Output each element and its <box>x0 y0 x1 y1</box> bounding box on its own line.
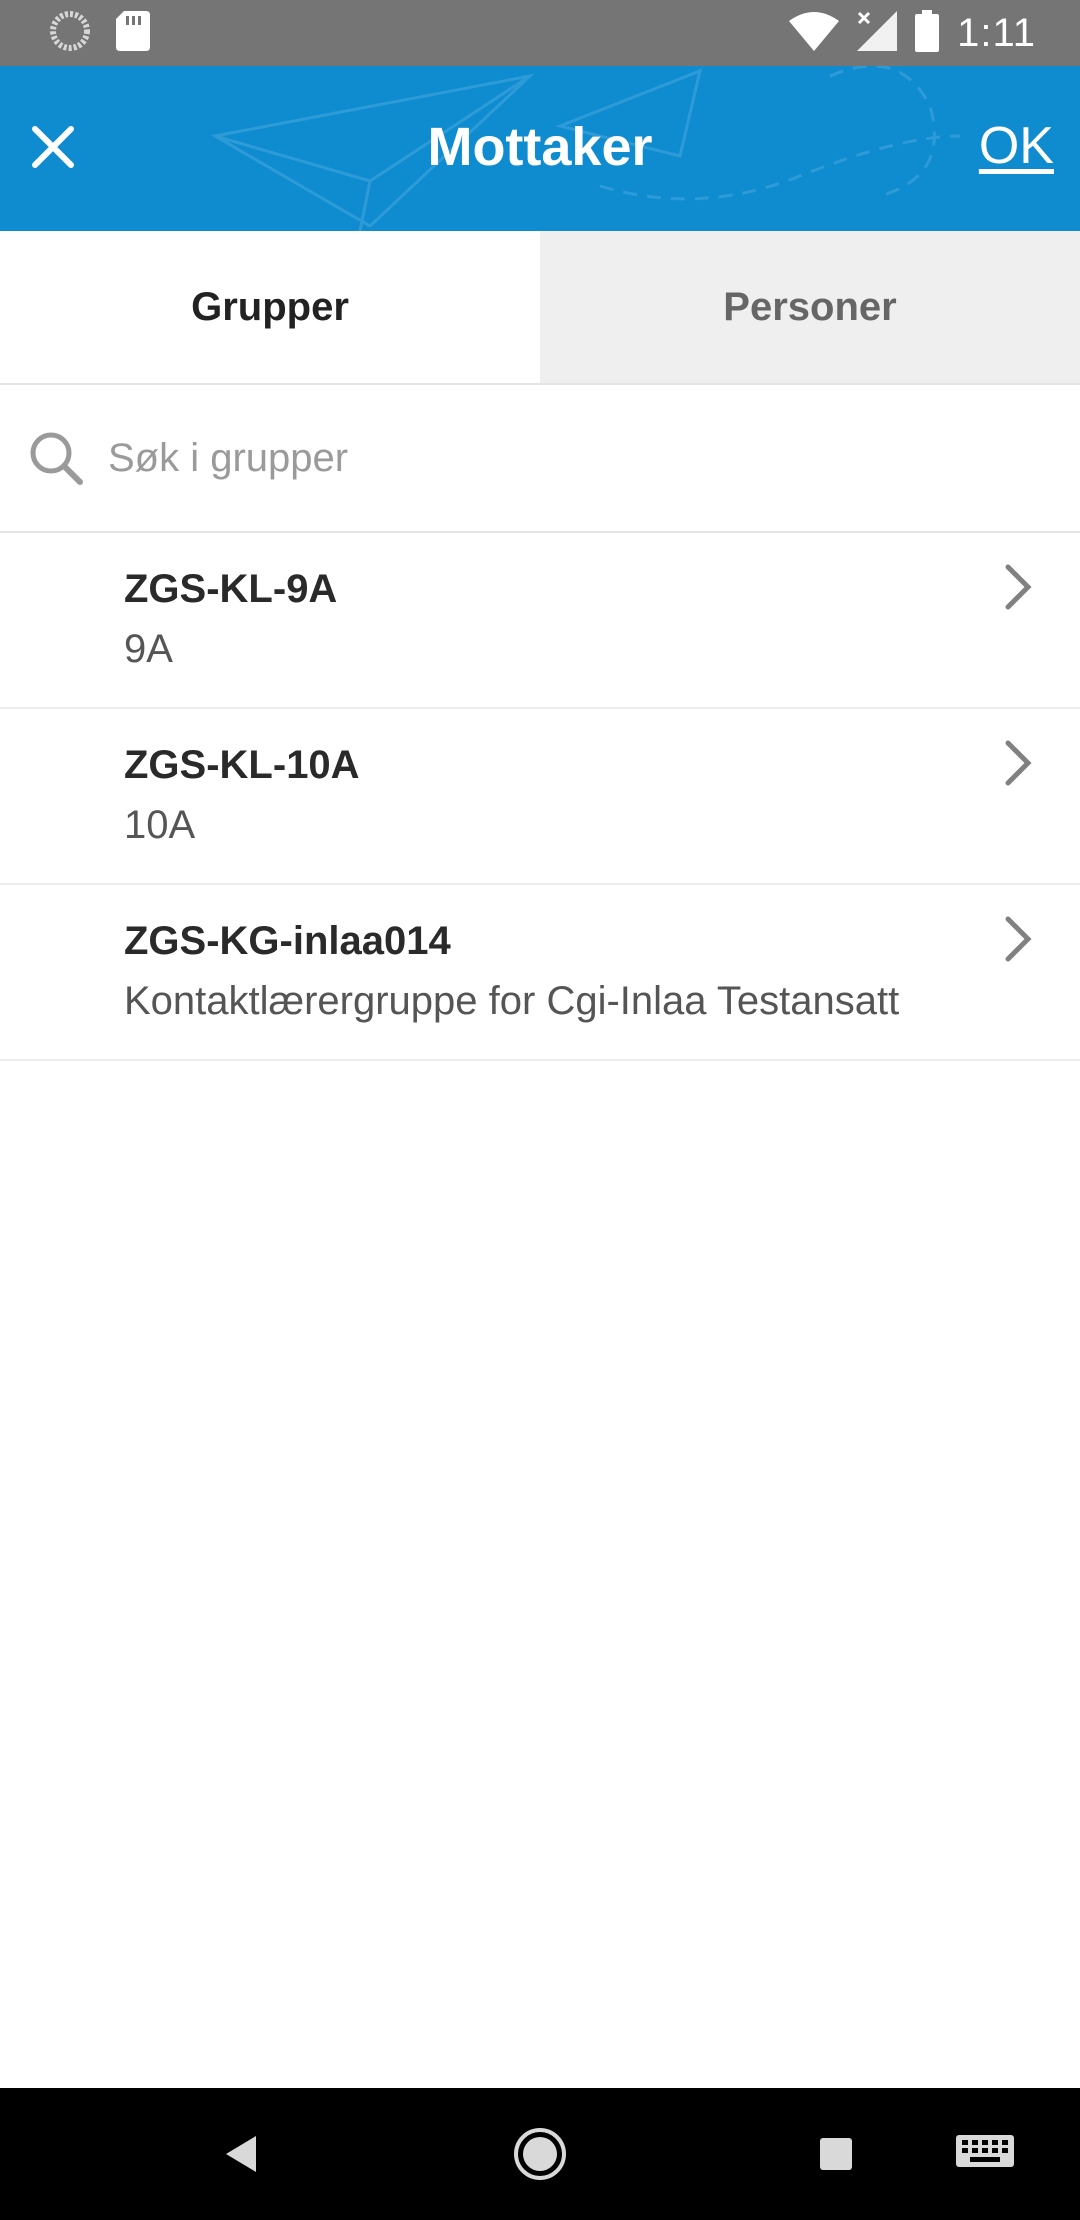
search-bar <box>0 385 1080 533</box>
recents-icon <box>820 2138 852 2170</box>
search-icon <box>30 432 83 485</box>
chevron-right-icon <box>1005 740 1032 786</box>
tab-bar: Grupper Personer <box>0 231 1080 385</box>
battery-icon <box>915 9 940 57</box>
home-button[interactable] <box>510 2124 570 2184</box>
group-title: ZGS-KL-9A <box>124 567 338 611</box>
back-button[interactable] <box>210 2124 270 2184</box>
list-item[interactable]: ZGS-KL-10A 10A <box>0 709 1080 885</box>
group-title: ZGS-KG-inlaa014 <box>124 919 451 963</box>
list-item[interactable]: ZGS-KG-inlaa014 Kontaktlærergruppe for C… <box>0 885 1080 1061</box>
group-subtitle: 10A <box>124 803 196 847</box>
page-title: Mottaker <box>427 117 653 177</box>
list-item[interactable]: ZGS-KL-9A 9A <box>0 533 1080 709</box>
sd-card-icon <box>116 10 150 56</box>
group-title: ZGS-KL-10A <box>124 743 360 787</box>
keyboard-icon <box>956 2135 1014 2167</box>
ok-button[interactable]: OK <box>979 116 1054 176</box>
app-bar: Mottaker OK <box>0 66 1080 231</box>
wifi-icon <box>789 11 840 56</box>
chevron-right-icon <box>1005 916 1032 962</box>
group-subtitle: Kontaktlærergruppe for Cgi-Inlaa Testans… <box>124 979 900 1023</box>
status-bar: 1:11 <box>0 0 1080 66</box>
search-input[interactable] <box>106 434 1010 482</box>
tab-personer[interactable]: Personer <box>540 231 1080 383</box>
loading-icon <box>50 10 90 56</box>
chevron-right-icon <box>1005 564 1032 610</box>
signal-icon <box>857 10 898 56</box>
tab-grupper[interactable]: Grupper <box>0 231 540 383</box>
home-icon <box>514 2128 566 2180</box>
status-time: 1:11 <box>957 10 1036 55</box>
keyboard-button[interactable] <box>950 2124 1020 2184</box>
back-icon <box>226 2136 256 2172</box>
group-list: ZGS-KL-9A 9A ZGS-KL-10A 10A ZGS-KG-inlaa… <box>0 533 1080 1061</box>
navigation-bar <box>0 2088 1080 2220</box>
group-subtitle: 9A <box>124 627 173 671</box>
recents-button[interactable] <box>806 2124 866 2184</box>
